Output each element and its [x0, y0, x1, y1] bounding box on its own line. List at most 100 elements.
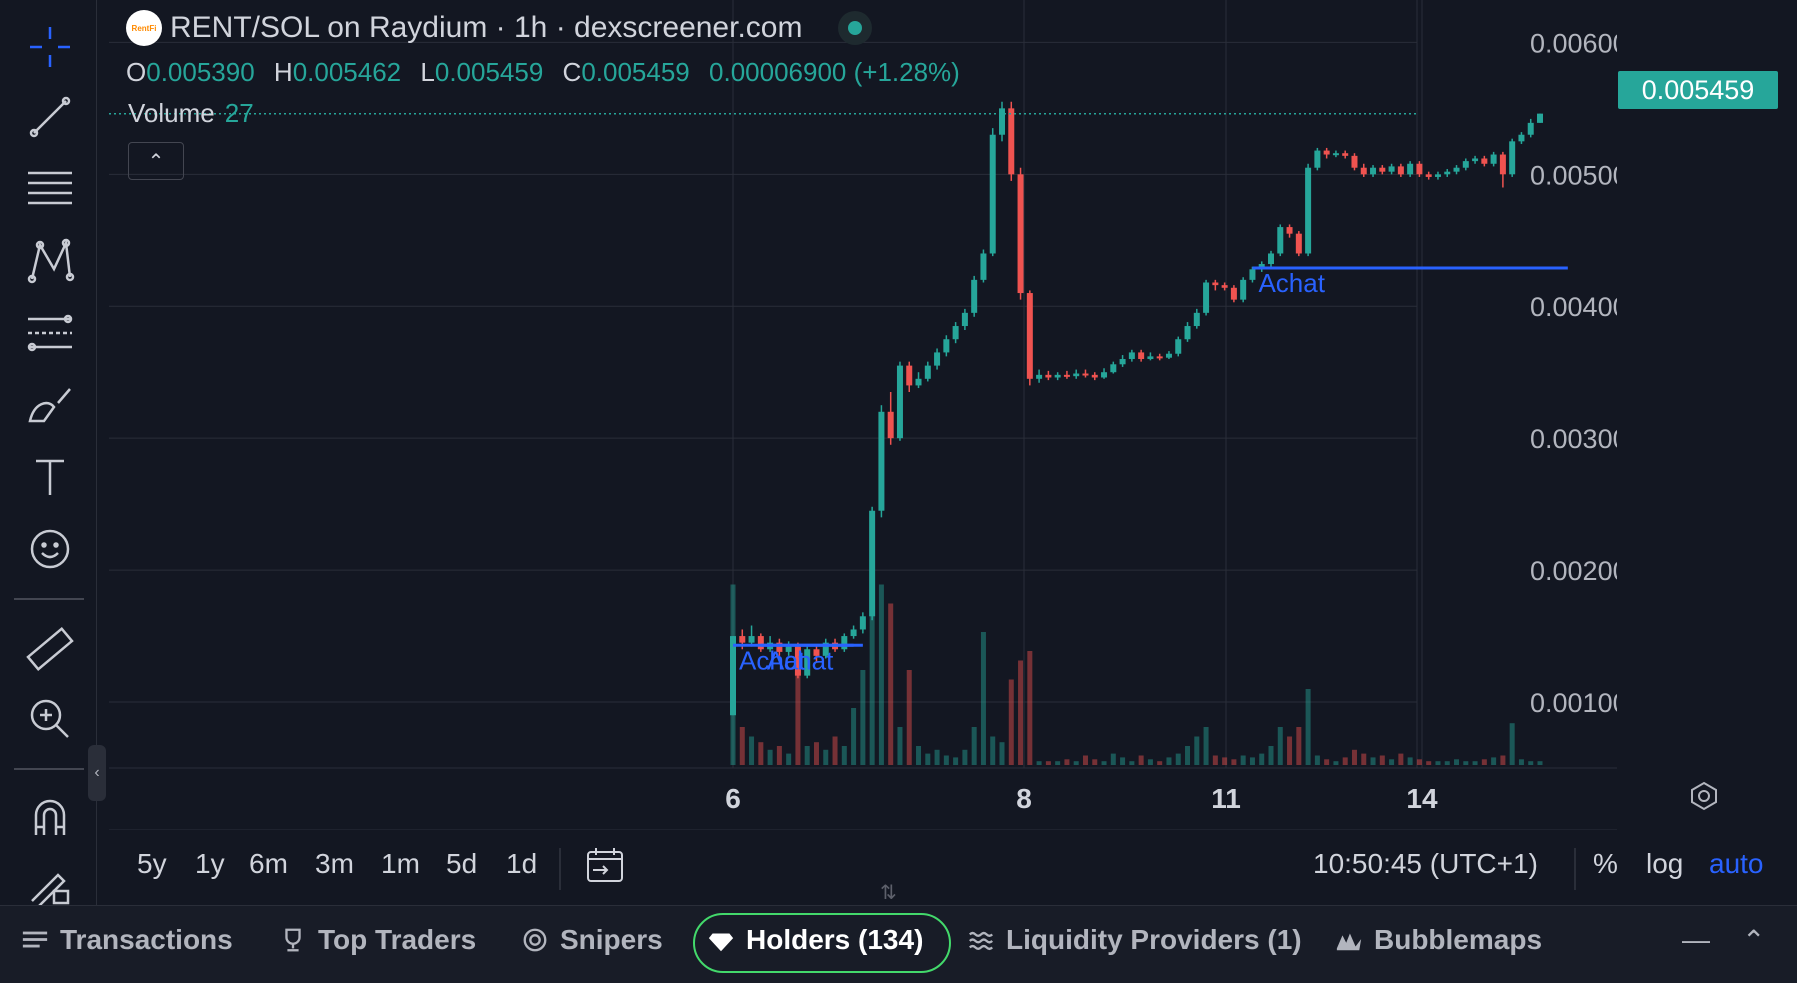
candle-body — [1453, 167, 1460, 172]
candle-body — [1036, 374, 1043, 379]
tab-label: Bubblemaps — [1374, 924, 1543, 955]
candle-body — [1314, 150, 1321, 168]
magnet-icon[interactable] — [20, 790, 80, 844]
tab-bubblemaps[interactable]: Bubblemaps — [1334, 924, 1542, 956]
volume-bar — [1370, 757, 1376, 765]
volume-bar — [1472, 761, 1478, 765]
candle-body — [1295, 233, 1302, 254]
tab-transactions[interactable]: Transactions — [20, 924, 233, 956]
fib-lines-icon[interactable] — [20, 162, 80, 216]
volume-bar — [888, 603, 894, 765]
toolbar-divider — [14, 598, 84, 600]
candle-body — [1128, 352, 1135, 360]
volume-bar — [1027, 651, 1033, 765]
volume-bar — [739, 727, 745, 765]
bubblemaps-icon — [1334, 925, 1364, 955]
tab-snipers[interactable]: Snipers — [520, 924, 663, 956]
clock-time[interactable]: 10:50:45 (UTC+1) — [1313, 848, 1538, 880]
go-to-date-icon[interactable] — [585, 846, 625, 884]
tab-holders[interactable]: Holders (134) — [706, 924, 923, 956]
chart-legend-title: RentFi RENT/SOL on Raydium · 1h · dexscr… — [126, 10, 873, 46]
volume-bar — [1426, 761, 1432, 765]
volume-bar — [1296, 727, 1302, 765]
volume-bar — [1222, 757, 1228, 765]
volume-bar — [832, 736, 838, 765]
range-3m[interactable]: 3m — [315, 848, 354, 880]
log-scale-toggle[interactable]: log — [1646, 848, 1683, 880]
volume-bar — [1018, 660, 1024, 765]
range-1m[interactable]: 1m — [381, 848, 420, 880]
ruler-icon[interactable] — [20, 622, 80, 676]
range-6m[interactable]: 6m — [249, 848, 288, 880]
crosshair-icon[interactable] — [20, 20, 80, 74]
chart-settings-icon[interactable] — [1688, 780, 1720, 812]
forecast-icon[interactable] — [20, 306, 80, 360]
candle-body — [952, 326, 959, 340]
range-5d[interactable]: 5d — [446, 848, 477, 880]
achat-label: Achat — [1258, 268, 1325, 298]
range-1y[interactable]: 1y — [195, 848, 225, 880]
drawing-toolbar — [0, 0, 97, 908]
volume-bar — [1185, 746, 1191, 765]
minimize-panel-icon[interactable]: — — [1682, 924, 1710, 956]
trend-line-icon[interactable] — [20, 90, 80, 144]
candle-body — [1481, 158, 1488, 164]
percent-scale-toggle[interactable]: % — [1593, 848, 1618, 880]
candle-body — [1286, 227, 1293, 234]
volume-bar — [1454, 759, 1460, 765]
volume-bar — [999, 742, 1005, 765]
volume-bar — [1509, 723, 1515, 765]
lock-drawings-icon[interactable] — [20, 856, 80, 910]
volume-bar — [906, 670, 912, 765]
chart-canvas[interactable]: 0.006000 0.005000 0.004000 0.003000 0.002000… — [109, 0, 1617, 830]
emoji-icon[interactable] — [20, 522, 80, 576]
candle-body — [1332, 153, 1339, 156]
tab-top-traders[interactable]: Top Traders — [278, 924, 476, 956]
volume-bar — [1082, 755, 1088, 765]
volume-bar — [1240, 755, 1246, 765]
live-status-icon — [838, 11, 873, 45]
price-tick-label: 0.004000 — [1530, 292, 1617, 322]
candle-body — [1472, 158, 1479, 162]
expand-panel-icon[interactable]: ⌃ — [1742, 924, 1765, 957]
volume-bar — [1287, 736, 1293, 765]
pattern-icon[interactable] — [20, 234, 80, 288]
candle-body — [1379, 167, 1386, 172]
range-1d[interactable]: 1d — [506, 848, 537, 880]
volume-bar — [767, 749, 773, 765]
volume-bar — [1175, 753, 1181, 765]
candle-body — [1370, 167, 1377, 175]
volume-bar — [1361, 753, 1367, 765]
volume-bar — [1379, 755, 1385, 765]
volume-bar — [1101, 761, 1107, 765]
candle-body — [1240, 279, 1247, 300]
volume-bar — [980, 632, 986, 765]
candle-body — [1184, 326, 1191, 340]
price-chart[interactable]: 0.006000 0.005000 0.004000 0.003000 0.002000… — [109, 0, 1617, 830]
change-value: 0.00006900 (+1.28%) — [709, 57, 960, 87]
collapse-legend-button[interactable]: ⌃ — [128, 142, 184, 180]
price-tick-label: 0.002000 — [1530, 556, 1617, 586]
brush-icon[interactable] — [20, 378, 80, 432]
candle-body — [1212, 282, 1219, 286]
tab-liquidity-providers[interactable]: Liquidity Providers (1) — [966, 924, 1302, 956]
candle-body — [1397, 166, 1404, 175]
candle-body — [943, 339, 950, 353]
candle-body — [1045, 374, 1052, 378]
price-tick-label: 0.006000 — [1530, 28, 1617, 58]
candle-body — [1518, 134, 1525, 142]
volume-bar — [1500, 755, 1506, 765]
range-5y[interactable]: 5y — [137, 848, 167, 880]
collapse-toolbar-button[interactable]: ‹ — [88, 745, 106, 801]
resize-handle-icon[interactable]: ⇅ — [880, 883, 897, 903]
volume-bar — [786, 753, 792, 765]
candle-body — [1249, 269, 1256, 280]
candle-body — [730, 636, 736, 716]
volume-bar — [1528, 761, 1534, 765]
zoom-in-icon[interactable] — [20, 692, 80, 746]
auto-scale-toggle[interactable]: auto — [1709, 848, 1764, 880]
time-tick-label: 11 — [1211, 783, 1241, 814]
text-icon[interactable] — [20, 450, 80, 504]
volume-bar — [860, 670, 866, 765]
volume-bar — [1491, 757, 1497, 765]
